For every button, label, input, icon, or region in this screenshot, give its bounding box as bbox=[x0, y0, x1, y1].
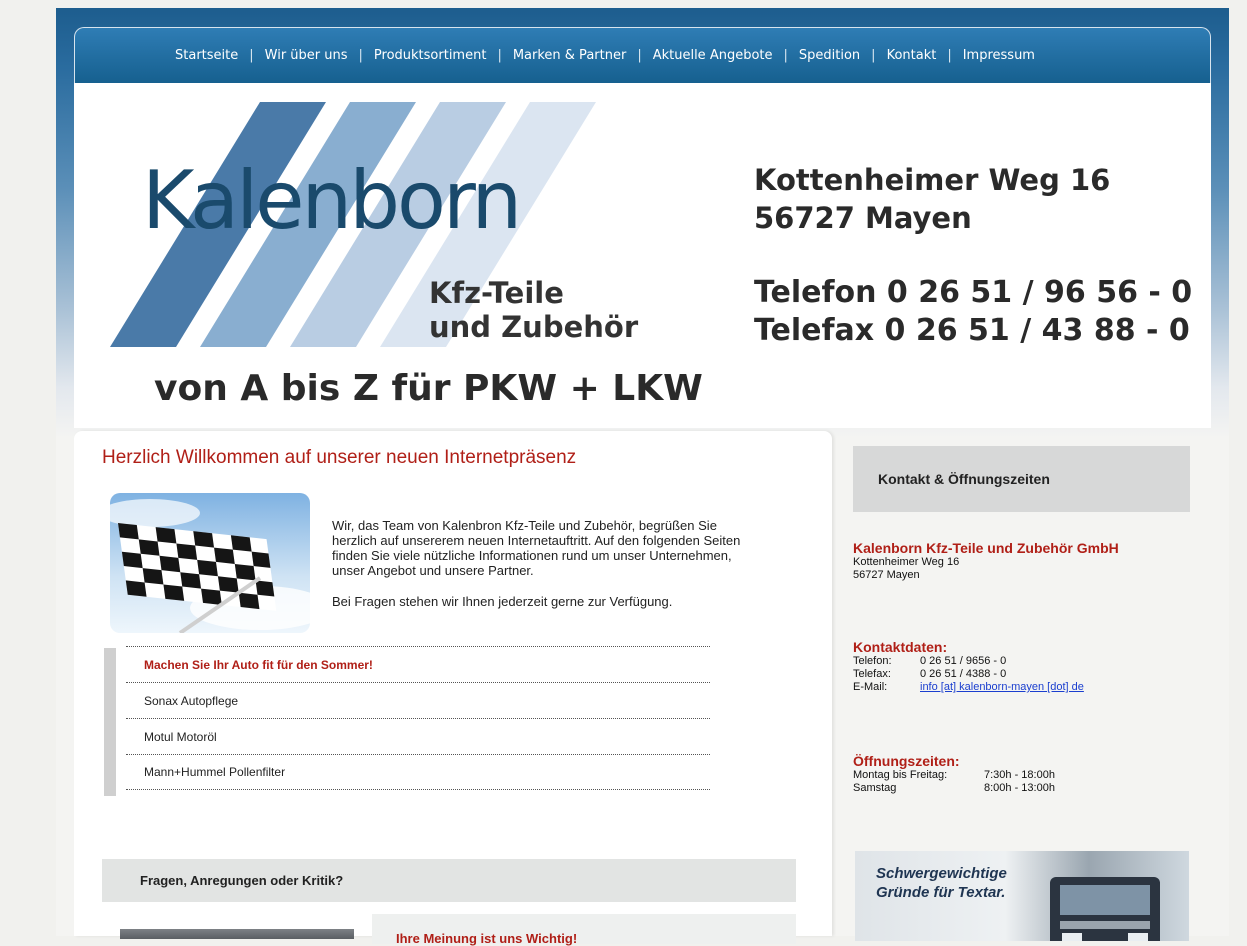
promo-accent-bar bbox=[104, 648, 116, 796]
promo-heading: Machen Sie Ihr Auto fit für den Sommer! bbox=[126, 646, 710, 682]
welcome-text: Wir, das Team von Kalenbron Kfz-Teile un… bbox=[332, 518, 752, 625]
fax-label: Telefax: bbox=[853, 668, 891, 680]
summer-promo-box: Machen Sie Ihr Auto fit für den Sommer! … bbox=[104, 646, 710, 796]
feedback-section-heading: Fragen, Anregungen oder Kritik? bbox=[102, 859, 796, 902]
logo-subtitle: Kfz-Teile und Zubehör bbox=[429, 276, 638, 344]
contact-email-row: E-Mail: info [at] kalenborn-mayen [dot] … bbox=[853, 681, 1084, 694]
hours-weekday-row: Montag bis Freitag: 7:30h - 18:00h bbox=[853, 769, 1055, 782]
textar-banner-text: Schwergewichtige Gründe für Textar. bbox=[876, 864, 1007, 902]
opening-hours: Öffnungszeiten: Montag bis Freitag: 7:30… bbox=[853, 754, 1055, 795]
nav-item-produktsortiment[interactable]: Produktsortiment bbox=[374, 48, 487, 63]
header-fax: Telefax 0 26 51 / 43 88 - 0 bbox=[754, 313, 1190, 348]
welcome-paragraph-1: Wir, das Team von Kalenbron Kfz-Teile un… bbox=[332, 518, 741, 578]
company-street: Kottenheimer Weg 16 bbox=[853, 556, 960, 568]
textar-banner[interactable]: Schwergewichtige Gründe für Textar. bbox=[855, 851, 1189, 941]
contact-phone-row: Telefon: 0 26 51 / 9656 - 0 bbox=[853, 655, 1084, 668]
nav-item-wir-ueber-uns[interactable]: Wir über uns bbox=[265, 48, 348, 63]
textar-banner-line-2: Gründe für Textar. bbox=[876, 884, 1006, 901]
phone-label: Telefon: bbox=[853, 655, 892, 667]
welcome-paragraph-2: Bei Fragen stehen wir Ihnen jederzeit ge… bbox=[332, 594, 673, 609]
nav-item-kontakt[interactable]: Kontakt bbox=[887, 48, 937, 63]
header-street: Kottenheimer Weg 16 bbox=[754, 163, 1111, 197]
contact-details: Kontaktdaten: Telefon: 0 26 51 / 9656 - … bbox=[853, 640, 1084, 694]
nav-separator: | bbox=[497, 48, 502, 63]
company-city: 56727 Mayen bbox=[853, 569, 920, 581]
contact-title: Kontaktdaten: bbox=[853, 639, 948, 655]
nav-item-spedition[interactable]: Spedition bbox=[799, 48, 860, 63]
nav-separator: | bbox=[637, 48, 642, 63]
logo-subtitle-line-2: und Zubehör bbox=[429, 310, 639, 344]
checkered-flag-icon bbox=[110, 499, 310, 633]
promo-item-motul[interactable]: Motul Motoröl bbox=[126, 718, 710, 754]
promo-item-mann-hummel[interactable]: Mann+Hummel Pollenfilter bbox=[126, 754, 710, 790]
nav-item-marken-partner[interactable]: Marken & Partner bbox=[513, 48, 626, 63]
nav-item-aktuelle-angebote[interactable]: Aktuelle Angebote bbox=[653, 48, 773, 63]
nav-separator: | bbox=[249, 48, 254, 63]
header-address: Kottenheimer Weg 16 56727 Mayen bbox=[754, 161, 1110, 237]
nav-separator: | bbox=[871, 48, 876, 63]
truck-icon bbox=[1050, 877, 1160, 941]
welcome-heading: Herzlich Willkommen auf unserer neuen In… bbox=[102, 447, 577, 468]
company-logo-wordmark: Kalenborn bbox=[142, 154, 522, 247]
contact-fax-row: Telefax: 0 26 51 / 4388 - 0 bbox=[853, 668, 1084, 681]
header-phone: Telefon 0 26 51 / 96 56 - 0 bbox=[754, 275, 1193, 310]
header-city: 56727 Mayen bbox=[754, 201, 972, 235]
main-content: Herzlich Willkommen auf unserer neuen In… bbox=[74, 431, 832, 946]
site-header: Kalenborn Kfz-Teile und Zubehör von A bi… bbox=[74, 83, 1211, 428]
sidebar: Kontakt & Öffnungszeiten Kalenborn Kfz-T… bbox=[853, 446, 1191, 941]
sidebar-heading: Kontakt & Öffnungszeiten bbox=[853, 446, 1190, 512]
checkered-flag-image bbox=[110, 493, 310, 633]
promo-list: Machen Sie Ihr Auto fit für den Sommer! … bbox=[126, 646, 710, 790]
hours-weekday-value: 7:30h - 18:00h bbox=[984, 769, 1055, 781]
hours-weekday-label: Montag bis Freitag: bbox=[853, 769, 948, 781]
nav-separator: | bbox=[783, 48, 788, 63]
nav-item-startseite[interactable]: Startseite bbox=[175, 48, 238, 63]
hours-saturday-row: Samstag 8:00h - 13:00h bbox=[853, 782, 1055, 795]
keyboard-image bbox=[120, 929, 354, 939]
hours-saturday-value: 8:00h - 13:00h bbox=[984, 782, 1055, 794]
nav-item-impressum[interactable]: Impressum bbox=[963, 48, 1035, 63]
header-phone-numbers: Telefon 0 26 51 / 96 56 - 0 Telefax 0 26… bbox=[754, 274, 1192, 350]
opinion-box: Ihre Meinung ist uns Wichtig! bbox=[372, 914, 796, 946]
email-link[interactable]: info [at] kalenborn-mayen [dot] de bbox=[920, 681, 1084, 694]
company-address: Kalenborn Kfz-Teile und Zubehör GmbH Kot… bbox=[853, 541, 1119, 582]
promo-item-sonax[interactable]: Sonax Autopflege bbox=[126, 682, 710, 718]
hours-saturday-label: Samstag bbox=[853, 782, 897, 794]
phone-value: 0 26 51 / 9656 - 0 bbox=[920, 655, 1007, 667]
page-wrapper: Startseite | Wir über uns | Produktsorti… bbox=[74, 27, 1211, 946]
hours-title: Öffnungszeiten: bbox=[853, 753, 960, 769]
nav-separator: | bbox=[358, 48, 363, 63]
logo-subtitle-line-1: Kfz-Teile bbox=[429, 276, 564, 310]
opinion-title: Ihre Meinung ist uns Wichtig! bbox=[396, 931, 578, 946]
main-navigation: Startseite | Wir über uns | Produktsorti… bbox=[74, 27, 1211, 83]
header-tagline: von A bis Z für PKW + LKW bbox=[154, 368, 703, 409]
textar-banner-line-1: Schwergewichtige bbox=[876, 865, 1007, 882]
company-name: Kalenborn Kfz-Teile und Zubehör GmbH bbox=[853, 540, 1119, 556]
nav-separator: | bbox=[947, 48, 952, 63]
fax-value: 0 26 51 / 4388 - 0 bbox=[920, 668, 1007, 680]
email-label: E-Mail: bbox=[853, 681, 888, 693]
